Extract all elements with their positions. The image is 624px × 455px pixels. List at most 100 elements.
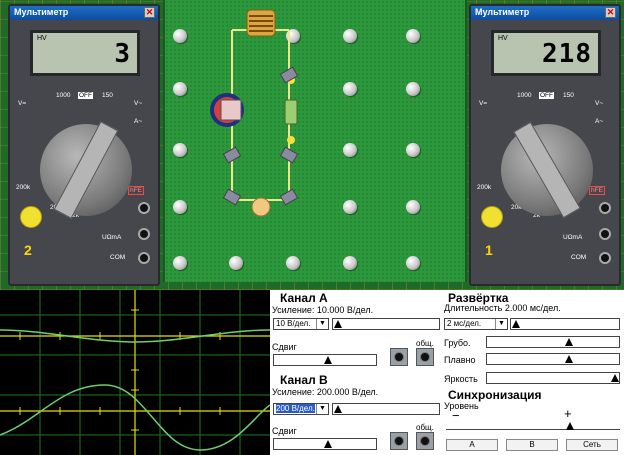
- multimeter-display: HV 218: [491, 30, 601, 76]
- jack-v-ohm-ma[interactable]: [599, 228, 611, 240]
- label-a-ac: A~: [595, 118, 604, 125]
- slider-thumb[interactable]: [565, 355, 573, 363]
- label-off: OFF: [539, 92, 554, 99]
- power-switch[interactable]: [20, 206, 42, 228]
- sync-channel-a-button[interactable]: А: [446, 439, 498, 451]
- resistor-icon: [284, 76, 298, 144]
- slider-thumb[interactable]: [324, 440, 332, 448]
- display-reading: 218: [542, 39, 592, 69]
- label-ua: UΩmA: [563, 234, 583, 241]
- power-switch[interactable]: [481, 206, 503, 228]
- slider-thumb[interactable]: [566, 422, 574, 430]
- channel-a-gain-select[interactable]: 10 В/дел. ▼: [273, 318, 329, 330]
- display-mode: HV: [498, 35, 508, 42]
- range-selector-knob[interactable]: [40, 121, 132, 219]
- jack-hfe[interactable]: [599, 202, 611, 214]
- circuit-diagram[interactable]: [165, 0, 469, 282]
- channel-a-gain-label: Усиление: 10.000 В/дел.: [272, 305, 374, 315]
- sync-title: Синхронизация: [448, 388, 542, 402]
- display-mode: HV: [37, 35, 47, 42]
- multimeter-number: 1: [485, 242, 493, 258]
- close-button[interactable]: ✕: [144, 7, 155, 18]
- sync-channel-b-button[interactable]: В: [506, 439, 558, 451]
- channel-b-invert-button[interactable]: [390, 432, 408, 450]
- jack-com[interactable]: [599, 252, 611, 264]
- label-ua: UΩmA: [102, 234, 122, 241]
- channel-b-shift-label: Сдвиг: [272, 426, 297, 436]
- channel-b-shift-slider[interactable]: [273, 438, 377, 450]
- inductor-icon: [246, 9, 276, 37]
- display-reading: 3: [114, 39, 131, 69]
- sweep-brightness-label: Яркость: [444, 374, 478, 384]
- oscilloscope-grid: [0, 290, 270, 455]
- range-selector-knob[interactable]: [501, 121, 593, 219]
- slider-thumb[interactable]: [324, 356, 332, 364]
- label-200k: 200k: [16, 184, 31, 191]
- slider-thumb[interactable]: [611, 374, 619, 382]
- channel-b-common-button[interactable]: [416, 432, 434, 450]
- close-button[interactable]: ✕: [605, 7, 616, 18]
- lamp-icon: [251, 197, 271, 217]
- slider-thumb[interactable]: [334, 405, 342, 413]
- channel-a-gain-value: 10 В/дел.: [276, 319, 311, 328]
- sweep-fine-label: Плавно: [444, 355, 476, 365]
- sync-minus: −: [452, 408, 460, 423]
- channel-a-gain-slider[interactable]: [332, 318, 440, 330]
- channel-b-common-label: общ.: [416, 423, 434, 432]
- multimeter-title[interactable]: Мультиметр ✕: [471, 6, 619, 20]
- label-com: COM: [571, 254, 587, 261]
- multimeter-title[interactable]: Мультиметр ✕: [10, 6, 158, 20]
- sync-network-button[interactable]: Сеть: [566, 439, 618, 451]
- multimeter-title-text: Мультиметр: [475, 7, 530, 17]
- breadboard: [163, 0, 467, 282]
- channel-a-invert-button[interactable]: [390, 348, 408, 366]
- jack-v-ohm-ma[interactable]: [138, 228, 150, 240]
- label-1000: 1000: [56, 92, 71, 99]
- switch-icon: [279, 66, 299, 84]
- label-200k: 200k: [477, 184, 492, 191]
- switch-icon: [222, 146, 242, 164]
- channel-a-shift-slider[interactable]: [273, 354, 377, 366]
- label-v-ac: V~: [595, 100, 604, 107]
- channel-b-gain-select[interactable]: 200 В/дел. ▼: [273, 403, 329, 415]
- label-a-ac: A~: [134, 118, 143, 125]
- sweep-duration-slider[interactable]: [510, 318, 620, 330]
- sweep-duration-select[interactable]: 2 мс/дел. ▼: [444, 318, 508, 330]
- channel-b-gain-slider[interactable]: [332, 403, 440, 415]
- switch-icon: [222, 188, 242, 206]
- slider-thumb[interactable]: [565, 338, 573, 346]
- label-hfe: hFE: [589, 186, 605, 195]
- switch-icon: [279, 146, 299, 164]
- label-hfe: hFE: [128, 186, 144, 195]
- channel-b-gain-value: 200 В/дел.: [276, 404, 315, 413]
- multimeter-right[interactable]: Мультиметр ✕ HV 218 V= 1000 OFF 150 V~ A…: [469, 4, 621, 286]
- label-v-dc: V=: [18, 100, 27, 107]
- oscilloscope-controls: Канал А Усиление: 10.000 В/дел. 10 В/дел…: [270, 290, 624, 455]
- channel-b-title: Канал В: [280, 373, 328, 387]
- channel-a-common-button[interactable]: [416, 348, 434, 366]
- channel-a-common-label: общ.: [416, 339, 434, 348]
- label-150: 150: [563, 92, 574, 99]
- multimeter-left[interactable]: Мультиметр ✕ HV 3 V= 1000 OFF 150 V~ A~ …: [8, 4, 160, 286]
- sweep-coarse-label: Грубо.: [444, 338, 471, 348]
- label-com: COM: [110, 254, 126, 261]
- switch-icon: [279, 188, 299, 206]
- sweep-duration-label: Длительность 2.000 мс/дел.: [444, 303, 561, 313]
- sweep-brightness-slider[interactable]: [486, 372, 620, 384]
- channel-a-shift-label: Сдвиг: [272, 342, 297, 352]
- jack-hfe[interactable]: [138, 202, 150, 214]
- multimeter-title-text: Мультиметр: [14, 7, 69, 17]
- slider-thumb[interactable]: [512, 320, 520, 328]
- sweep-coarse-slider[interactable]: [486, 336, 620, 348]
- label-150: 150: [102, 92, 113, 99]
- ammeter-icon: [210, 93, 244, 127]
- sweep-duration-value: 2 мс/дел.: [447, 319, 482, 328]
- label-off: OFF: [78, 92, 93, 99]
- jack-com[interactable]: [138, 252, 150, 264]
- sweep-fine-slider[interactable]: [486, 353, 620, 365]
- sync-level-slider[interactable]: [446, 422, 620, 430]
- slider-thumb[interactable]: [334, 320, 342, 328]
- channel-a-title: Канал А: [280, 291, 328, 305]
- multimeter-number: 2: [24, 242, 32, 258]
- label-1000: 1000: [517, 92, 532, 99]
